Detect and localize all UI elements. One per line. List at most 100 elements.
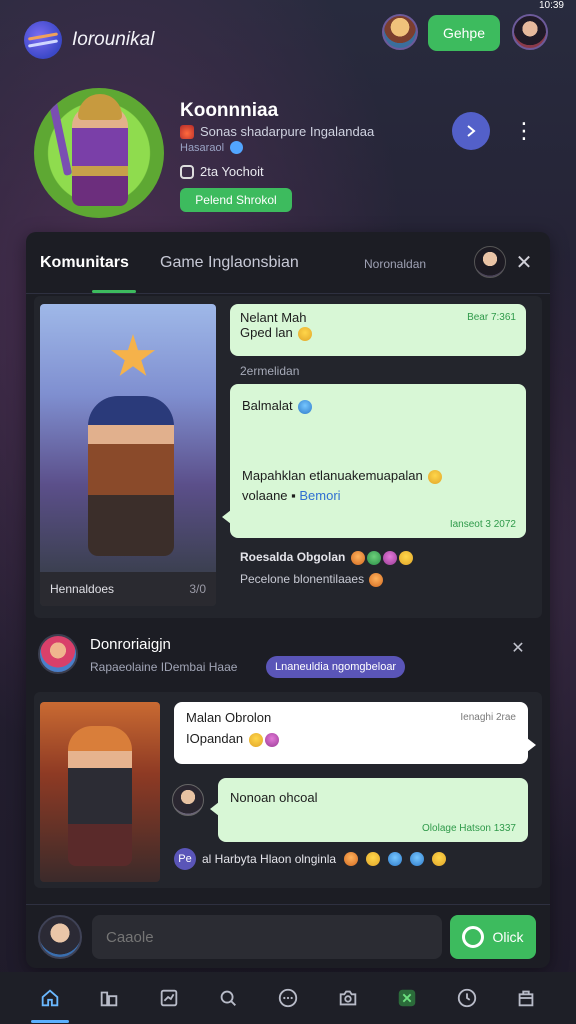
message-body-line: Mapahklan etlanuakemuapalan [242, 466, 443, 486]
emoji-icon [410, 852, 425, 866]
message-body-line: volaane ▪ Bemori [242, 488, 341, 503]
hero-artwork[interactable] [40, 702, 160, 882]
tab-game[interactable]: Game Inglaonsbian [160, 254, 299, 272]
profile-handle: Hasaraol [180, 141, 244, 154]
message-bubble[interactable]: Nelant Mah Gped lan Bear 7:361 [230, 304, 526, 356]
hero-artwork[interactable]: Hennaldoes 3/0 [40, 304, 216, 606]
game-icon[interactable] [392, 983, 422, 1013]
emoji-icon [432, 852, 447, 866]
follow-button[interactable]: Pelend Shrokol [180, 188, 292, 212]
hero-figure [88, 396, 174, 556]
message-time: Ololage Hatson 1337 [422, 823, 516, 834]
app-title: Iorounikal [72, 29, 155, 50]
clock-icon[interactable] [452, 983, 482, 1013]
profile-avatar[interactable] [34, 88, 164, 218]
emoji-icon [264, 732, 279, 747]
close-icon[interactable]: ✕ [512, 250, 536, 274]
message-bubble[interactable]: Nonoan ohcoal Ololage Hatson 1337 [210, 778, 528, 842]
smile-emoji-icon [298, 326, 313, 341]
reaction-line[interactable]: Pe al Harbyta Hlaon olnginla [174, 848, 447, 870]
reaction-text: Roesalda Obgolan [240, 550, 346, 564]
star-burst-icon [110, 334, 156, 376]
reaction-text: Pecelone blonentilaaes [240, 572, 365, 586]
message-body-text: volaane [242, 488, 288, 503]
message-time: Ianseot 3 2072 [449, 519, 516, 530]
section-label: 2ermelidan [240, 364, 300, 378]
app-logo-icon[interactable] [24, 21, 62, 59]
community-card: Komunitars Game Inglaonsbian Noronaldan … [26, 232, 550, 968]
emoji-icon [366, 550, 381, 565]
send-label: Olick [492, 929, 524, 945]
bottom-nav [0, 972, 576, 1024]
helmet-icon [78, 94, 122, 120]
explore-icon[interactable] [213, 983, 243, 1013]
message-line: IOpandan [186, 731, 516, 747]
message-heading: Balmalat [242, 398, 514, 414]
fire-icon [180, 124, 194, 139]
message-link[interactable]: Bemori [299, 488, 340, 503]
profile-description-text: Sonas shadarpure Ingalandaa [200, 124, 375, 139]
instagram-icon [180, 164, 194, 179]
verified-badge-icon [230, 141, 244, 154]
message-body-text: Mapahklan etlanuakemuapalan [242, 468, 423, 483]
emoji-icon [344, 852, 359, 866]
message-input[interactable] [92, 915, 442, 959]
post-section-2: Malan Obrolon IOpandan Ienaghi 2rae Nono… [34, 692, 542, 888]
hero-figure [68, 726, 132, 866]
message-text: IOpandan [186, 731, 244, 746]
chart-icon[interactable] [154, 983, 184, 1013]
sender-avatar[interactable] [172, 784, 204, 816]
library-icon[interactable] [94, 983, 124, 1013]
emoji-icon [350, 550, 365, 565]
emoji-icon [398, 550, 413, 565]
message-heading-text: Balmalat [242, 398, 293, 413]
reaction-line[interactable]: Pecelone blonentilaaes [240, 572, 384, 587]
user-avatar[interactable] [512, 14, 548, 50]
emoji-icon [366, 852, 381, 866]
message-time: Ienaghi 2rae [460, 712, 516, 723]
smile-emoji-icon [428, 469, 443, 484]
tab-user-avatar[interactable] [474, 246, 506, 278]
post-subtitle: Rapaeolaine IDembai Haae [90, 660, 238, 674]
home-icon[interactable] [30, 983, 69, 1023]
close-icon[interactable]: ✕ [508, 638, 528, 658]
post-title: Donroriaigjn [90, 636, 171, 653]
message-bubble[interactable]: Malan Obrolon IOpandan Ienaghi 2rae [174, 702, 536, 764]
tab-noronaldan[interactable]: Noronaldan [364, 257, 426, 271]
join-button[interactable]: Gehpe [428, 15, 500, 51]
composer-avatar[interactable] [38, 915, 82, 959]
message-line: Gped lan [240, 325, 516, 341]
message-time: Bear 7:361 [467, 312, 516, 323]
artwork-caption: Hennaldoes 3/0 [40, 572, 216, 606]
post-section-1: Hennaldoes 3/0 Nelant Mah Gped lan Bear … [34, 296, 542, 618]
friend-avatar[interactable] [382, 14, 418, 50]
message-composer: Olick [26, 904, 550, 968]
artwork-caption-text: Hennaldoes [50, 582, 115, 596]
emoji-icon [382, 550, 397, 565]
globe-emoji-icon [298, 399, 313, 414]
more-options-icon[interactable]: ⋮ [513, 114, 535, 148]
chat-icon[interactable] [273, 983, 303, 1013]
profile-social: 2ta Yochoit [180, 164, 264, 179]
poster-avatar[interactable] [38, 634, 78, 674]
active-tab-indicator [92, 290, 136, 293]
tab-komunitars[interactable]: Komunitars [40, 254, 129, 272]
send-icon [462, 926, 485, 948]
message-text: Gped lan [240, 325, 293, 340]
message-line: Nonoan ohcoal [230, 790, 318, 805]
message-body: Mapahklan etlanuakemuapalan volaane ▪ Be… [242, 466, 443, 506]
artwork-count: 3/0 [189, 582, 206, 596]
reaction-line[interactable]: Roesalda Obgolan [240, 550, 413, 565]
camera-icon[interactable] [333, 983, 363, 1013]
profile-header: Koonnniaa Sonas shadarpure Ingalandaa Ha… [0, 72, 576, 230]
post-tag[interactable]: Lnaneuldia ngomgbeloar [266, 656, 406, 678]
share-icon[interactable] [452, 112, 490, 150]
smile-emoji-icon [248, 732, 263, 747]
send-button[interactable]: Olick [450, 915, 536, 959]
profile-name: Koonnniaa [180, 100, 279, 121]
profile-social-text: 2ta Yochoit [200, 164, 264, 179]
bag-icon[interactable] [511, 983, 541, 1013]
reaction-text: al Harbyta Hlaon olnginla [202, 852, 337, 866]
message-bubble[interactable]: Balmalat Mapahklan etlanuakemuapalan vol… [222, 384, 526, 538]
post-header-2: Donroriaigjn Rapaeolaine IDembai Haae Ln… [34, 628, 542, 684]
